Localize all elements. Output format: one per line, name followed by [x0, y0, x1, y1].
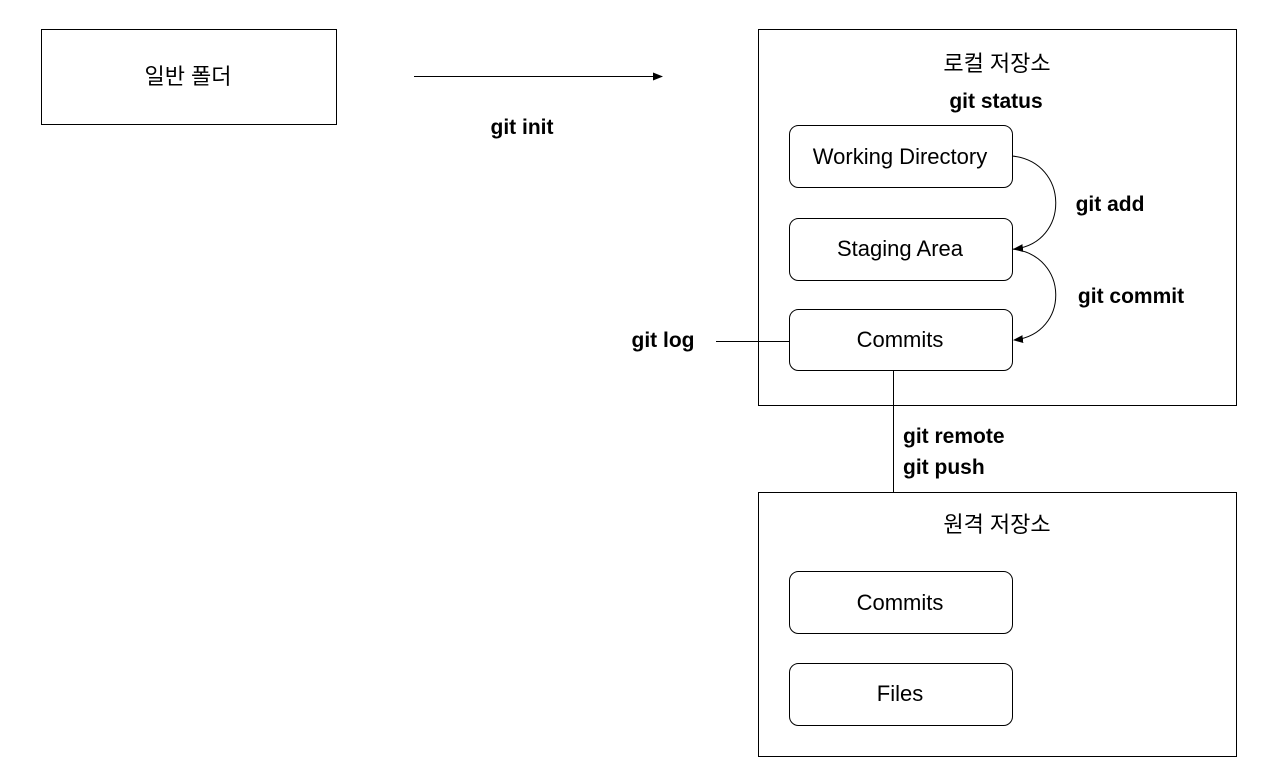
git-log-label: git log: [632, 329, 695, 352]
local-commits-label: Commits: [857, 327, 944, 352]
git-status-label: git status: [949, 90, 1042, 113]
git-workflow-diagram: 일반 폴더 git init 로컬 저장소 git status Working…: [41, 29, 1237, 757]
git-add-label: git add: [1076, 193, 1145, 216]
git-push-label: git push: [903, 456, 985, 479]
git-commit-label: git commit: [1078, 285, 1184, 308]
working-directory-label: Working Directory: [813, 144, 987, 169]
plain-folder-node: 일반 폴더: [41, 29, 337, 125]
local-repo-title: 로컬 저장소: [943, 51, 1050, 76]
remote-commits-label: Commits: [857, 590, 944, 615]
plain-folder-label: 일반 폴더: [144, 64, 231, 89]
remote-repo-container: 원격 저장소 Commits Files: [758, 492, 1237, 757]
remote-files-label: Files: [877, 681, 923, 706]
local-repo-container: 로컬 저장소 git status Working Directory Stag…: [758, 29, 1237, 406]
git-init-label: git init: [491, 116, 554, 139]
remote-repo-title: 원격 저장소: [943, 512, 1050, 537]
git-remote-label: git remote: [903, 425, 1005, 448]
staging-area-label: Staging Area: [837, 236, 964, 261]
